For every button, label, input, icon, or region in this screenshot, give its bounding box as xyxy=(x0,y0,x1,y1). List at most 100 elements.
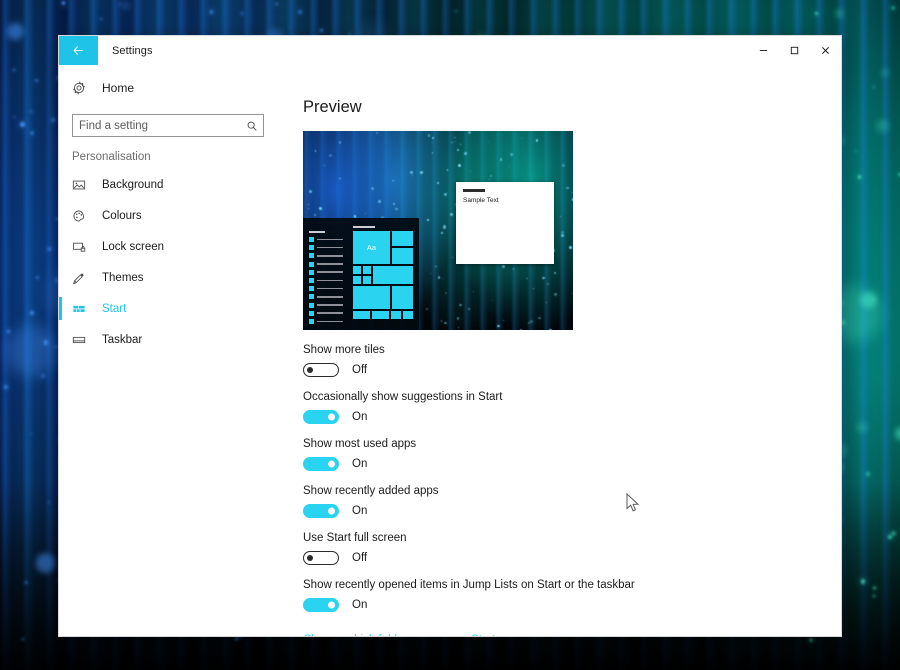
sidebar-item-themes[interactable]: Themes xyxy=(59,262,277,293)
search-input[interactable] xyxy=(73,115,241,136)
preview-particle xyxy=(473,290,475,292)
toggle-show-most-used-apps[interactable] xyxy=(303,457,339,471)
preview-tile-group-header xyxy=(353,226,375,228)
wallpaper-particle xyxy=(288,26,291,29)
toggle-state-label: Off xyxy=(352,364,368,376)
sidebar-item-start[interactable]: Start xyxy=(59,293,277,324)
preview-app-list xyxy=(309,231,343,324)
preview-particle xyxy=(548,328,552,330)
wallpaper-orb xyxy=(120,0,130,10)
setting-show-recently-added-apps: Show recently added apps On xyxy=(303,485,841,518)
preview-sample-window: Sample Text xyxy=(456,182,554,264)
sidebar-item-background[interactable]: Background xyxy=(59,169,277,200)
wallpaper-orb xyxy=(6,22,25,40)
preview-particle xyxy=(488,178,491,181)
preview-particle xyxy=(420,170,424,174)
setting-label: Show more tiles xyxy=(303,344,385,356)
wallpaper-particle xyxy=(297,9,303,15)
back-arrow-icon xyxy=(73,46,83,55)
preview-tile xyxy=(373,266,413,284)
toggle-state-label: On xyxy=(352,458,368,470)
sidebar-item-lock-screen[interactable]: Lock screen xyxy=(59,231,277,262)
wallpaper-particle xyxy=(24,581,28,584)
wallpaper-particle xyxy=(7,330,10,334)
preview-app-list-header xyxy=(309,231,325,233)
wallpaper-particle xyxy=(857,175,862,180)
start-preview-image: Aa Sample Text xyxy=(303,131,573,330)
settings-window: Settings Home Find a setting Personalisa… xyxy=(58,35,842,637)
toggle-state-label: Off xyxy=(352,552,368,564)
wallpaper-orb xyxy=(875,119,890,133)
preview-tile xyxy=(403,311,413,319)
preview-particle xyxy=(502,264,505,268)
sidebar-item-label: Lock screen xyxy=(102,240,165,253)
sidebar: Home Personalisation xyxy=(59,65,277,636)
wallpaper-orb xyxy=(894,427,900,440)
wallpaper-particle xyxy=(235,636,239,641)
close-icon xyxy=(822,47,829,54)
preview-particle xyxy=(561,234,564,237)
setting-show-suggestions: Occasionally show suggestions in Start O… xyxy=(303,391,841,424)
wallpaper-particle xyxy=(887,535,892,540)
toggle-show-more-tiles[interactable] xyxy=(303,363,339,377)
back-button[interactable] xyxy=(59,36,98,65)
wallpaper-particle xyxy=(865,471,871,477)
sidebar-item-colours[interactable]: Colours xyxy=(59,200,277,231)
wallpaper-particle xyxy=(22,638,25,641)
sidebar-item-label: Themes xyxy=(102,271,144,284)
preview-particle xyxy=(451,141,453,144)
preview-particle xyxy=(371,186,375,190)
sidebar-item-taskbar[interactable]: Taskbar xyxy=(59,324,277,355)
preview-sample-text: Sample Text xyxy=(463,196,499,204)
toggle-show-suggestions[interactable] xyxy=(303,410,339,424)
preview-particle xyxy=(435,265,437,268)
preview-particle xyxy=(459,303,462,307)
wallpaper-particle xyxy=(29,131,35,136)
wallpaper-particle xyxy=(872,86,875,88)
wallpaper-particle xyxy=(209,10,214,14)
toggle-show-jump-lists[interactable] xyxy=(303,598,339,612)
sidebar-home-label: Home xyxy=(102,81,135,95)
preview-tile-text: Aa xyxy=(366,243,377,252)
preview-particle xyxy=(572,197,573,201)
preview-tile xyxy=(392,231,413,246)
preview-particle xyxy=(392,202,395,205)
brush-icon xyxy=(72,271,92,285)
wallpaper-particle xyxy=(275,2,279,6)
setting-show-more-tiles: Show more tiles Off xyxy=(303,344,841,377)
toggle-use-start-full-screen[interactable] xyxy=(303,551,339,565)
maximize-button[interactable] xyxy=(779,36,810,65)
wallpaper-particle xyxy=(48,501,50,504)
minimize-button[interactable] xyxy=(748,36,779,65)
wallpaper-particle xyxy=(3,384,8,389)
search-box[interactable] xyxy=(72,114,264,137)
preview-tile xyxy=(353,311,370,319)
preview-particle xyxy=(509,165,511,167)
picture-icon xyxy=(72,178,92,192)
preview-particle xyxy=(469,170,472,173)
preview-particle xyxy=(313,214,316,217)
preview-tile xyxy=(392,286,413,309)
choose-folders-link[interactable]: Choose which folders appear on Start xyxy=(303,634,495,636)
wallpaper-particle xyxy=(119,2,122,5)
preview-particle xyxy=(364,212,367,214)
wallpaper-particle xyxy=(30,433,33,436)
wallpaper-orb xyxy=(856,421,868,433)
preview-particle xyxy=(444,321,447,325)
preview-particle xyxy=(454,140,456,142)
toggle-show-recently-added-apps[interactable] xyxy=(303,504,339,518)
preview-particle xyxy=(456,317,460,320)
wallpaper-particle xyxy=(100,18,103,21)
preview-particle xyxy=(444,192,448,196)
window-body: Home Personalisation xyxy=(59,65,841,636)
wallpaper-bokeh xyxy=(5,324,59,378)
sidebar-item-home[interactable]: Home xyxy=(59,74,277,102)
preview-particle xyxy=(464,151,468,155)
wallpaper-particle xyxy=(814,11,819,16)
window-controls xyxy=(748,36,841,65)
setting-show-most-used-apps: Show most used apps On xyxy=(303,438,841,471)
preview-particle xyxy=(410,171,413,174)
wallpaper-orb xyxy=(880,69,889,77)
window-title: Settings xyxy=(112,44,153,57)
close-button[interactable] xyxy=(810,36,841,65)
